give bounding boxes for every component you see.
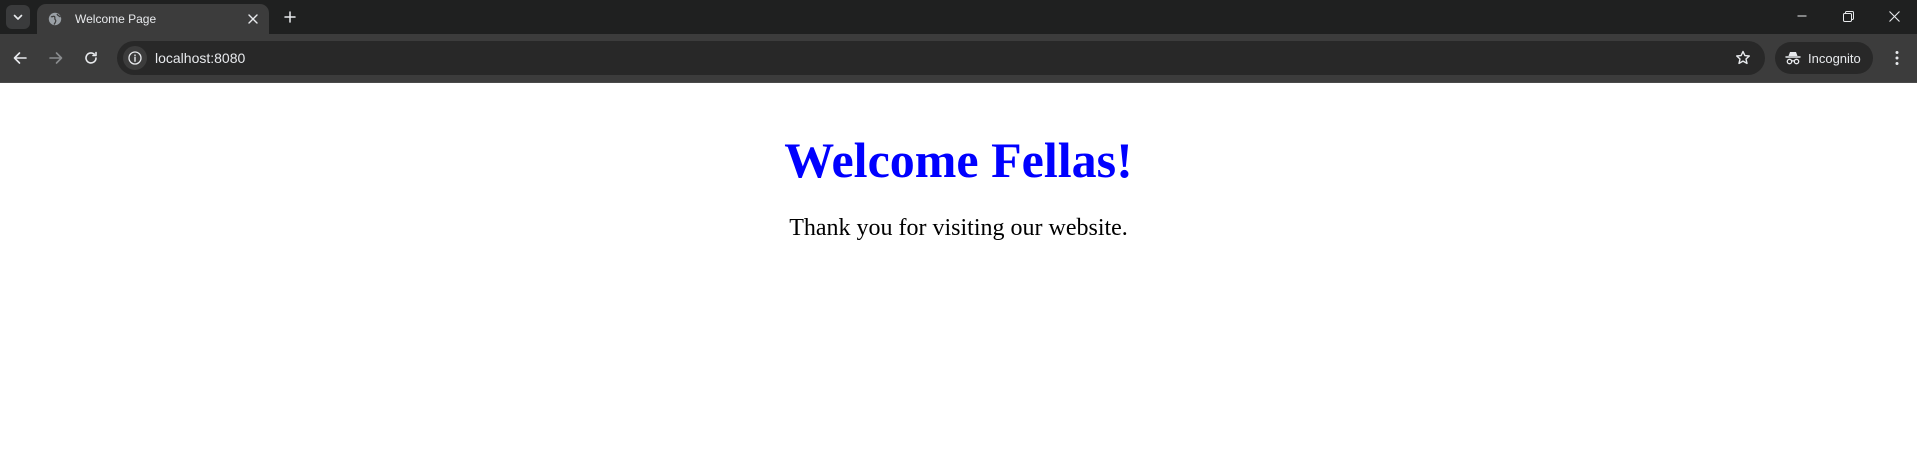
restore-icon [1842, 10, 1854, 22]
page-content: Welcome Fellas! Thank you for visiting o… [0, 83, 1917, 466]
arrow-left-icon [13, 52, 27, 64]
tab-title: Welcome Page [75, 12, 157, 26]
tab-active[interactable]: Welcome Page [37, 4, 269, 34]
tab-search-button[interactable] [6, 5, 30, 29]
reload-button[interactable] [75, 42, 107, 74]
navigation-toolbar: localhost:8080 Incognito [0, 34, 1917, 82]
bookmark-star-icon[interactable] [1729, 44, 1757, 72]
close-window-button[interactable] [1871, 0, 1917, 32]
new-tab-button[interactable] [279, 6, 301, 28]
plus-icon [284, 11, 296, 23]
more-vertical-icon [1895, 51, 1899, 65]
page-heading: Welcome Fellas! [784, 132, 1133, 188]
browser-menu-button[interactable] [1883, 42, 1911, 74]
info-icon[interactable] [123, 46, 147, 70]
restore-button[interactable] [1825, 0, 1871, 32]
url-text[interactable]: localhost:8080 [155, 50, 1729, 66]
minimize-button[interactable] [1779, 0, 1825, 32]
address-bar[interactable]: localhost:8080 [117, 41, 1765, 75]
incognito-label: Incognito [1808, 50, 1861, 66]
page-paragraph: Thank you for visiting our website. [789, 215, 1128, 241]
browser-window: Welcome Page localhost:8080 Incognito We… [0, 0, 1917, 466]
incognito-icon [1785, 52, 1801, 65]
reload-icon [85, 51, 97, 64]
forward-button[interactable] [40, 42, 72, 74]
close-icon[interactable] [243, 9, 263, 29]
tab-strip: Welcome Page [0, 0, 1917, 34]
arrow-right-icon [49, 52, 63, 64]
globe-icon [47, 11, 63, 27]
minimize-icon [1797, 15, 1807, 17]
back-button[interactable] [4, 42, 36, 74]
window-controls [1779, 0, 1917, 32]
incognito-profile-button[interactable]: Incognito [1775, 42, 1873, 74]
close-icon [1888, 10, 1900, 22]
chevron-down-icon [13, 14, 23, 20]
